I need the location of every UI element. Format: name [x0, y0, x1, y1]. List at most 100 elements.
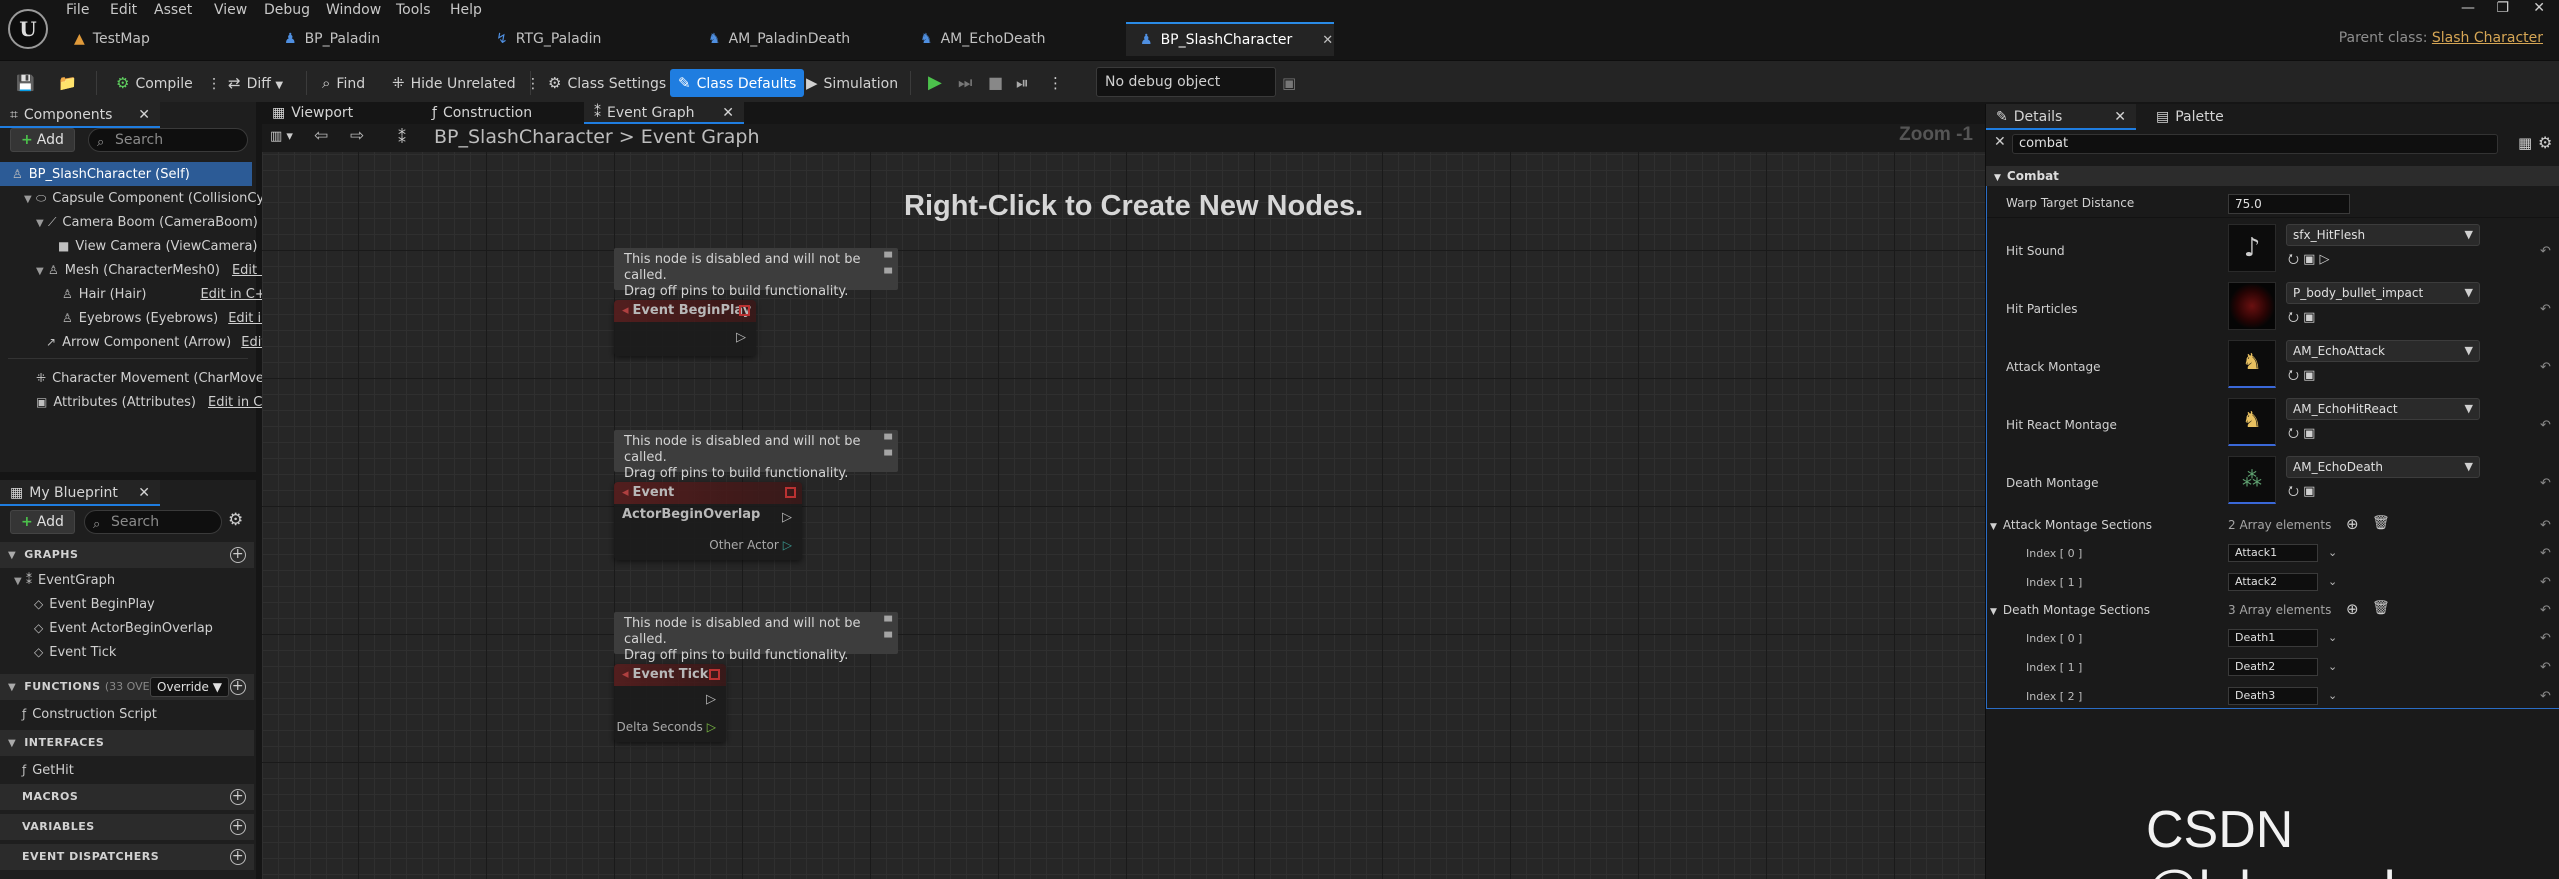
- attack-section-0-input[interactable]: Attack1: [2228, 544, 2318, 562]
- override-dropdown[interactable]: Override ▼: [150, 677, 229, 697]
- parent-class-link[interactable]: Slash Character: [2432, 30, 2543, 46]
- close-tab-icon[interactable]: ✕: [2114, 104, 2126, 130]
- component-mesh[interactable]: ▼ ♙ Mesh (CharacterMesh0) Edit in: [36, 258, 273, 282]
- particle-thumbnail[interactable]: [2228, 282, 2276, 330]
- reset-arrow-icon[interactable]: ↶: [2540, 476, 2551, 491]
- add-element-icon[interactable]: ⊕: [2346, 515, 2359, 533]
- hit-particles-combo[interactable]: P_body_bullet_impact ▼: [2286, 282, 2480, 304]
- step-button[interactable]: ⏭: [958, 69, 978, 97]
- component-character-movement[interactable]: ⁜ Character Movement (CharMovel: [36, 366, 268, 390]
- add-member-button[interactable]: + Add: [10, 510, 75, 534]
- tab-am-echodeath[interactable]: ♞ AM_EchoDeath: [906, 22, 1058, 56]
- browse-icon[interactable]: ▣: [2303, 426, 2315, 441]
- tab-palette[interactable]: ▤ Palette: [2146, 104, 2276, 130]
- play-options-button[interactable]: ⋮: [1048, 69, 1069, 97]
- menu-edit[interactable]: Edit: [110, 2, 137, 18]
- menu-help[interactable]: Help: [450, 2, 482, 18]
- debug-filter-icon[interactable]: ▣: [1282, 69, 1302, 97]
- montage-thumbnail[interactable]: ⁂: [2228, 456, 2276, 504]
- tab-my-blueprint[interactable]: ▦ My Blueprint ✕: [0, 480, 160, 506]
- tab-bp-paladin[interactable]: ♟ BP_Paladin: [270, 22, 392, 56]
- pin-icon[interactable]: ▀ ▀: [884, 433, 892, 465]
- tab-rtg-paladin[interactable]: ↯ RTG_Paladin: [482, 22, 613, 56]
- reset-arrow-icon[interactable]: ↶: [2540, 689, 2551, 704]
- event-graph-canvas[interactable]: Right-Click to Create New Nodes. This no…: [262, 152, 1987, 879]
- add-dispatcher-icon[interactable]: +: [230, 849, 246, 865]
- node-event-beginplay[interactable]: ◂ Event BeginPlay ▷: [614, 300, 756, 356]
- graph-eventgraph[interactable]: ▼ ⁑ EventGraph: [14, 568, 115, 592]
- tab-components[interactable]: ⌗ Components ✕: [0, 102, 160, 128]
- section-variables[interactable]: VARIABLES +: [0, 814, 254, 840]
- menu-window[interactable]: Window: [326, 2, 381, 18]
- component-hair[interactable]: ♙ Hair (Hair) Edit in C++: [62, 282, 277, 306]
- trash-icon[interactable]: 🗑: [2372, 600, 2390, 616]
- montage-thumbnail[interactable]: ♞: [2228, 398, 2276, 446]
- unreal-logo-icon[interactable]: U: [8, 9, 48, 49]
- find-button[interactable]: ⌕ Find: [322, 69, 365, 97]
- diff-button[interactable]: ⇄ Diff ▼: [228, 69, 283, 97]
- interface-gethit[interactable]: ƒ GetHit: [22, 758, 74, 782]
- use-selected-icon[interactable]: ⭮: [2288, 368, 2299, 383]
- component-view-camera[interactable]: ■ View Camera (ViewCamera): [58, 234, 257, 258]
- exec-pin-icon[interactable]: ▷: [782, 510, 792, 525]
- details-search-input[interactable]: combat: [2012, 134, 2498, 154]
- pin-delta-seconds[interactable]: Delta Seconds ▷: [617, 720, 716, 734]
- clear-search-icon[interactable]: ✕: [1994, 134, 2006, 150]
- attack-section-1-input[interactable]: Attack2: [2228, 573, 2318, 591]
- menu-tools[interactable]: Tools: [396, 2, 431, 18]
- use-selected-icon[interactable]: ⭮: [2288, 310, 2299, 325]
- death-section-2-input[interactable]: Death3: [2228, 687, 2318, 705]
- node-event-actorbeginoverlap[interactable]: ◂ Event ActorBeginOverlap ▷ Other Actor ▷: [614, 482, 802, 560]
- death-sections-label[interactable]: ▼ Death Montage Sections: [1990, 603, 2150, 617]
- section-functions[interactable]: ▼ FUNCTIONS (33 OVERRI Override ▼ +: [0, 674, 254, 700]
- forward-arrow-icon[interactable]: ⇨: [350, 126, 364, 146]
- reset-arrow-icon[interactable]: ↶: [2540, 518, 2551, 533]
- section-interfaces[interactable]: ▼ INTERFACES: [0, 730, 254, 756]
- sound-thumbnail[interactable]: ♪: [2228, 224, 2276, 272]
- section-macros[interactable]: MACROS +: [0, 784, 254, 810]
- tab-construction-script[interactable]: ƒConstruction Scr...: [422, 102, 580, 143]
- montage-thumbnail[interactable]: ♞: [2228, 340, 2276, 388]
- delegate-pin-icon[interactable]: [785, 487, 796, 498]
- warp-target-distance-input[interactable]: 75.0: [2228, 194, 2350, 214]
- class-defaults-button[interactable]: ✎ Class Defaults: [670, 69, 805, 97]
- bookmark-icon[interactable]: ▥ ▾: [270, 129, 293, 144]
- death-montage-combo[interactable]: AM_EchoDeath ▼: [2286, 456, 2480, 478]
- death-section-1-input[interactable]: Death2: [2228, 658, 2318, 676]
- tab-details[interactable]: ✎ Details ✕: [1986, 104, 2136, 130]
- browse-icon[interactable]: 📁: [58, 69, 83, 97]
- reset-arrow-icon[interactable]: ↶: [2540, 302, 2551, 317]
- tab-am-paladindeath[interactable]: ♞ AM_PaladinDeath: [694, 22, 862, 56]
- tab-event-graph[interactable]: ⁑ Event Graph ✕: [584, 102, 744, 124]
- element-menu-icon[interactable]: ⌄: [2328, 546, 2337, 559]
- event-beginplay[interactable]: ◇ Event BeginPlay: [34, 592, 155, 616]
- hit-react-montage-combo[interactable]: AM_EchoHitReact ▼: [2286, 398, 2480, 420]
- reset-arrow-icon[interactable]: ↶: [2540, 360, 2551, 375]
- hide-unrelated-button[interactable]: ⁜ Hide Unrelated ⋮: [392, 69, 540, 97]
- component-root[interactable]: ♙ BP_SlashCharacter (Self): [0, 162, 252, 186]
- my-blueprint-search-input[interactable]: ⌕ Search: [84, 510, 222, 534]
- browse-icon[interactable]: ▣: [2303, 368, 2315, 383]
- component-attributes[interactable]: ▣ Attributes (Attributes) Edit in C++: [36, 390, 284, 414]
- trash-icon[interactable]: 🗑: [2372, 515, 2390, 531]
- attack-montage-combo[interactable]: AM_EchoAttack ▼: [2286, 340, 2480, 362]
- close-window-icon[interactable]: ✕: [2533, 0, 2545, 16]
- event-tick[interactable]: ◇ Event Tick: [34, 640, 116, 664]
- add-variable-icon[interactable]: +: [230, 819, 246, 835]
- component-capsule[interactable]: ▼ ⬭ Capsule Component (CollisionCyli: [24, 186, 271, 210]
- reset-arrow-icon[interactable]: ↶: [2540, 660, 2551, 675]
- close-tab-icon[interactable]: ✕: [1322, 33, 1333, 48]
- maximize-icon[interactable]: ❐: [2496, 0, 2509, 16]
- browse-icon[interactable]: ▣: [2303, 484, 2315, 499]
- add-function-icon[interactable]: +: [230, 679, 246, 695]
- exec-pin-icon[interactable]: ▷: [706, 692, 716, 707]
- components-search-input[interactable]: ⌕ Search: [88, 128, 248, 152]
- settings-gear-icon[interactable]: ⚙: [228, 510, 243, 530]
- save-icon[interactable]: 💾: [16, 69, 41, 97]
- category-combat[interactable]: ▼ Combat: [1986, 166, 2559, 186]
- tab-bp-slashcharacter[interactable]: ♟ BP_SlashCharacter ✕: [1126, 22, 1334, 56]
- reset-arrow-icon[interactable]: ↶: [2540, 244, 2551, 259]
- play-button[interactable]: ▶: [928, 69, 948, 97]
- debug-object-select[interactable]: No debug object selected ▼: [1096, 67, 1276, 118]
- menu-view[interactable]: View: [214, 2, 247, 18]
